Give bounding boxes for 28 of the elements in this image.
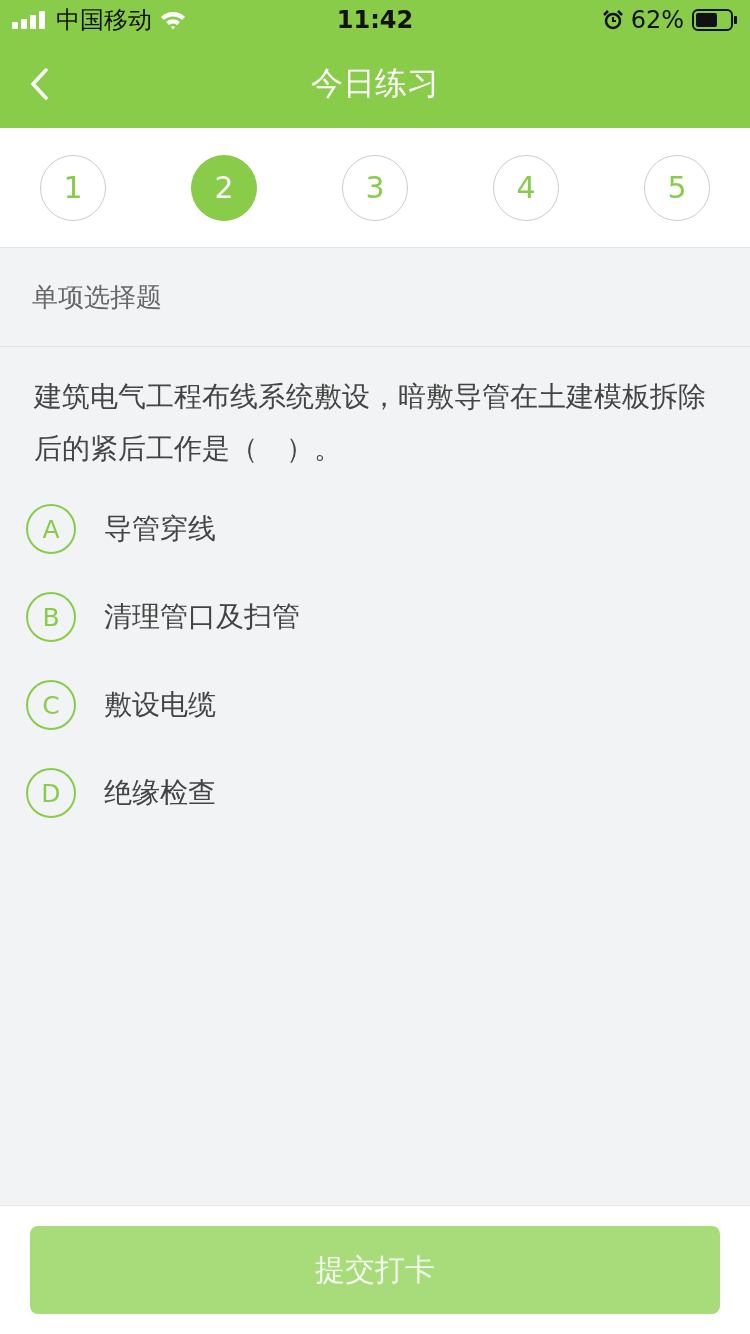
answer-option[interactable]: D 绝缘检查 bbox=[0, 749, 750, 837]
option-letter: B bbox=[26, 592, 76, 642]
answer-option[interactable]: B 清理管口及扫管 bbox=[0, 573, 750, 661]
battery-percent: 62% bbox=[630, 6, 684, 34]
question-number-tab[interactable]: 4 bbox=[493, 154, 559, 221]
question-number-tab[interactable]: 2 bbox=[191, 154, 257, 221]
option-letter: A bbox=[26, 504, 76, 554]
option-text: 导管穿线 bbox=[104, 511, 216, 547]
option-letter: C bbox=[26, 680, 76, 730]
battery-icon bbox=[692, 9, 738, 31]
page-title: 今日练习 bbox=[311, 63, 439, 104]
option-letter: D bbox=[26, 768, 76, 818]
question-text: 建筑电气工程布线系统敷设，暗敷导管在土建模板拆除后的紧后工作是（ ）。 bbox=[34, 379, 707, 467]
status-time: 11:42 bbox=[336, 6, 414, 34]
wifi-icon bbox=[160, 10, 186, 30]
carrier-name: 中国移动 bbox=[56, 5, 152, 36]
question-number-tab[interactable]: 3 bbox=[342, 154, 408, 221]
question-number-tab[interactable]: 5 bbox=[644, 154, 710, 221]
signal-icon bbox=[12, 11, 48, 29]
option-text: 敷设电缆 bbox=[104, 687, 216, 723]
answer-option[interactable]: A 导管穿线 bbox=[0, 485, 750, 573]
option-text: 绝缘检查 bbox=[104, 775, 216, 811]
option-text: 清理管口及扫管 bbox=[104, 599, 300, 635]
answer-option[interactable]: C 敷设电缆 bbox=[0, 661, 750, 749]
question-type-label: 单项选择题 bbox=[32, 280, 162, 314]
back-icon[interactable] bbox=[30, 68, 48, 100]
alarm-clock-icon bbox=[602, 10, 623, 30]
question-number-tab[interactable]: 1 bbox=[40, 154, 106, 221]
